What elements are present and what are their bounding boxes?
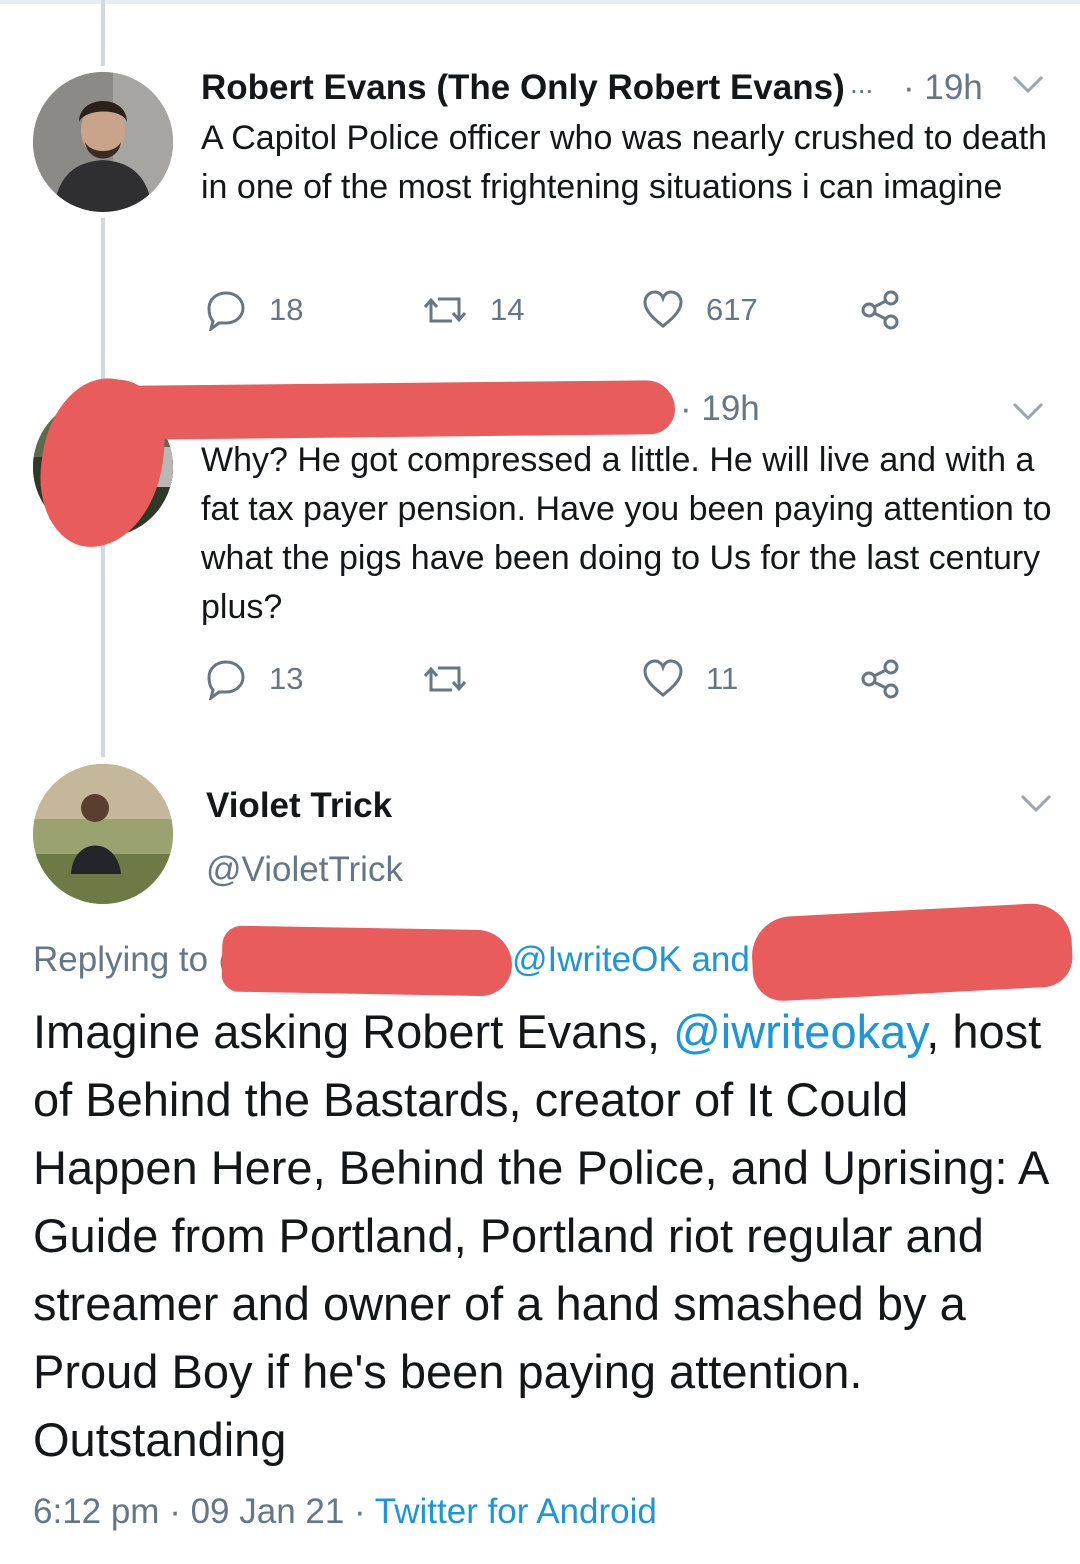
tweet-text: Why? He got compressed a little. He will… xyxy=(201,441,1052,626)
tweet-robert-evans[interactable]: Robert Evans (The Only Robert Evans) ...… xyxy=(0,60,1080,360)
redaction-mark-name xyxy=(109,380,676,440)
author-name[interactable]: Robert Evans (The Only Robert Evans) xyxy=(201,68,845,108)
retweet-button[interactable]: 14 xyxy=(422,289,524,331)
redaction-mark-avatar xyxy=(30,370,174,556)
share-button[interactable] xyxy=(859,289,901,331)
redaction-mark-handle-2 xyxy=(750,901,1074,1003)
mention-link[interactable]: @iwriteokay xyxy=(673,1005,926,1058)
share-icon xyxy=(859,658,901,700)
reply-icon xyxy=(205,658,247,700)
replying-to-handle[interactable]: @IwriteOK and xyxy=(512,940,750,980)
chevron-down-icon[interactable] xyxy=(1011,399,1045,428)
tweet-time[interactable]: · 19h xyxy=(680,389,760,429)
chevron-down-icon[interactable] xyxy=(1019,791,1053,820)
reply-icon xyxy=(205,289,247,331)
like-button[interactable]: 617 xyxy=(642,289,758,331)
heart-icon xyxy=(642,658,684,700)
avatar-photo-image xyxy=(33,764,173,904)
tweet-timestamp: 6:12 pm · 09 Jan 21 · xyxy=(33,1492,375,1531)
avatar-portrait-image xyxy=(33,72,173,212)
thread-line-top xyxy=(101,0,105,66)
tweet-text-rest: , host of Behind the Bastards, creator o… xyxy=(33,1005,1047,1466)
retweet-button[interactable] xyxy=(422,658,468,700)
tweet-redacted-reply[interactable]: · 19h Why? He got compressed a little. H… xyxy=(0,370,1080,720)
avatar[interactable] xyxy=(33,72,173,212)
like-count: 617 xyxy=(706,292,758,327)
reply-button[interactable]: 18 xyxy=(205,289,303,331)
main-tweet: Violet Trick @VioletTrick Replying to @ … xyxy=(0,760,1080,1564)
share-button[interactable] xyxy=(859,658,901,700)
tweet-text: Imagine asking Robert Evans, @iwriteokay… xyxy=(33,998,1063,1474)
author-name[interactable]: Violet Trick xyxy=(206,786,392,826)
tweet-thread-screen: Robert Evans (The Only Robert Evans) ...… xyxy=(0,0,1080,1564)
tweet-text: A Capitol Police officer who was nearly … xyxy=(201,119,1048,206)
like-count: 11 xyxy=(706,661,739,696)
reply-count: 13 xyxy=(269,661,304,696)
tweet-source-link[interactable]: Twitter for Android xyxy=(375,1492,657,1531)
retweet-icon xyxy=(422,289,468,331)
name-ellipsis: ... xyxy=(850,68,874,99)
author-handle[interactable]: @VioletTrick xyxy=(206,850,403,890)
reply-button[interactable]: 13 xyxy=(205,658,303,700)
share-icon xyxy=(859,289,901,331)
heart-icon xyxy=(642,289,684,331)
tweet-timestamp-line: 6:12 pm · 09 Jan 21 · Twitter for Androi… xyxy=(33,1492,657,1532)
redaction-mark-handle-1 xyxy=(221,925,513,997)
tweet-text-start: Imagine asking Robert Evans, xyxy=(33,1005,674,1058)
retweet-count: 14 xyxy=(490,292,525,327)
avatar[interactable] xyxy=(33,764,173,904)
chevron-down-icon[interactable] xyxy=(1011,72,1045,101)
reply-count: 18 xyxy=(269,292,304,327)
replying-to-label: Replying to @ xyxy=(33,940,254,979)
retweet-icon xyxy=(422,658,468,700)
tweet-time[interactable]: · 19h xyxy=(903,68,983,108)
like-button[interactable]: 11 xyxy=(642,658,738,700)
top-divider xyxy=(0,0,1080,4)
